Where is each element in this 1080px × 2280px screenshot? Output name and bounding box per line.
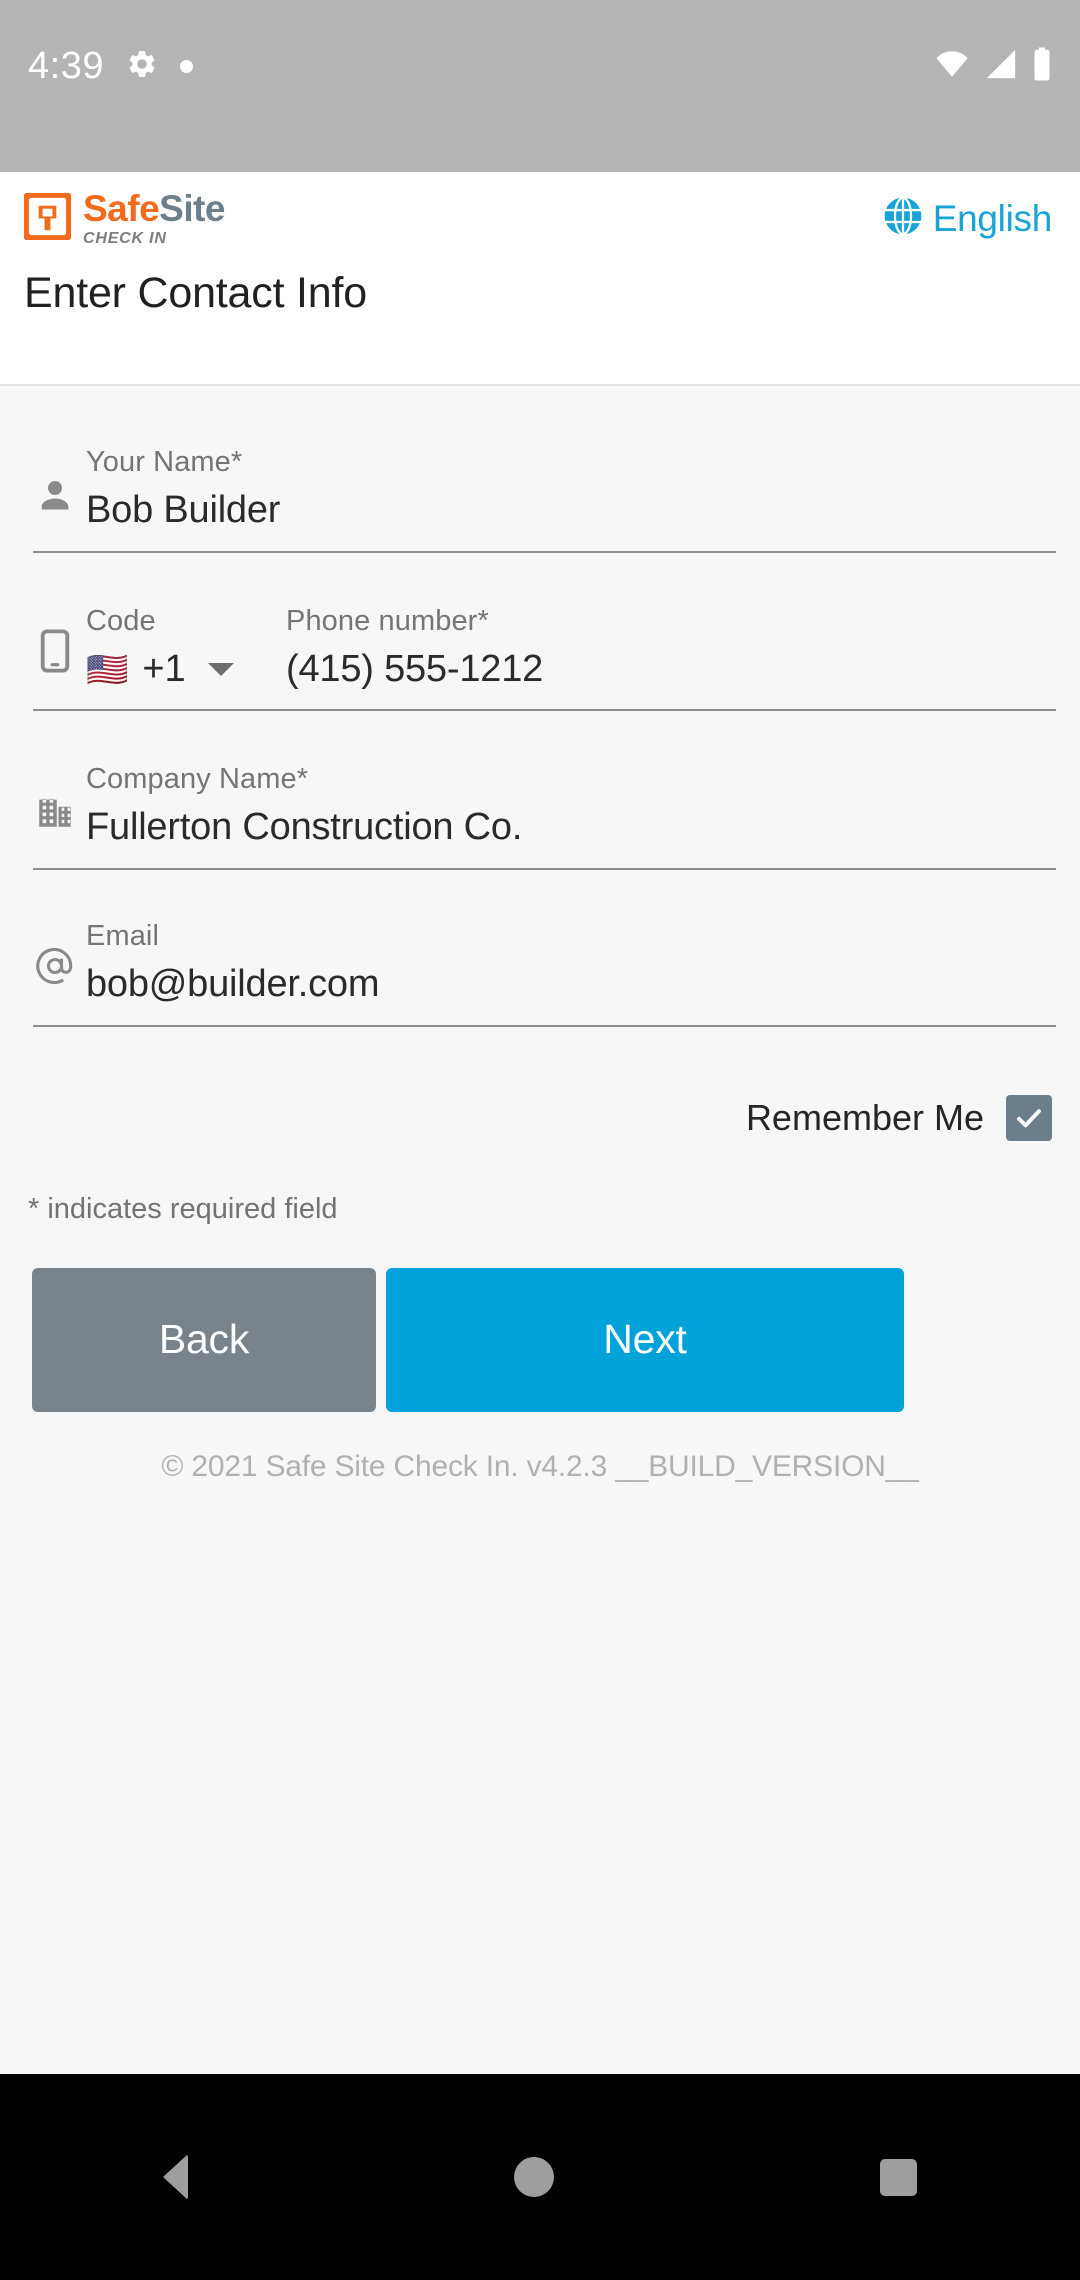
field-company-body: Company Name* Fullerton Construction Co. — [86, 763, 1056, 850]
app-logo: SafeSite CHECK IN — [22, 188, 226, 247]
next-button[interactable]: Next — [386, 1267, 904, 1412]
smartphone-icon — [24, 629, 86, 691]
field-email-underline — [33, 1024, 1056, 1027]
android-navigation-bar — [0, 2074, 1080, 2280]
notification-dot-icon — [179, 59, 193, 73]
cellular-signal-icon — [984, 47, 1018, 86]
person-icon — [24, 475, 86, 533]
country-code-value: +1 — [142, 648, 186, 691]
field-phone-underline — [33, 709, 1056, 712]
field-your-name-underline — [33, 550, 1056, 553]
form-action-buttons: Back Next — [0, 1267, 1080, 1412]
back-triangle-icon[interactable] — [163, 2154, 188, 2200]
field-email-label: Email — [86, 920, 160, 953]
app-header: SafeSite CHECK IN English Enter Contact — [0, 172, 1080, 384]
copyright-footer: © 2021 Safe Site Check In. v4.2.3 __BUIL… — [161, 1449, 919, 1483]
phone-row-inner: Code 🇺🇸 +1 Phone number* (415) 555-1212 — [86, 605, 1056, 692]
gear-icon — [126, 48, 158, 85]
field-your-name-input[interactable]: Bob Builder — [86, 489, 1056, 533]
field-email[interactable]: Email bob@builder.com — [0, 920, 1080, 1007]
field-phone-body: Code 🇺🇸 +1 Phone number* (415) 555-1212 — [86, 605, 1056, 692]
header-top-row: SafeSite CHECK IN English — [0, 172, 1080, 247]
field-email-input[interactable]: bob@builder.com — [86, 963, 1056, 1007]
field-company-label: Company Name* — [86, 763, 309, 796]
status-bar-right — [934, 46, 1052, 87]
logo-text: SafeSite CHECK IN — [83, 188, 226, 247]
field-email-body: Email bob@builder.com — [86, 920, 1056, 1007]
remember-me-checkbox[interactable] — [1006, 1094, 1052, 1141]
field-phone-input[interactable]: (415) 555-1212 — [286, 648, 1056, 692]
field-phone-number[interactable]: Phone number* (415) 555-1212 — [286, 605, 1056, 692]
logo-word-site: Site — [159, 188, 226, 229]
field-your-name-body: Your Name* Bob Builder — [86, 446, 1056, 533]
language-selector[interactable]: English — [882, 195, 1052, 242]
recents-square-icon[interactable] — [880, 2158, 917, 2196]
page-title: Enter Contact Info — [24, 269, 367, 317]
chevron-down-icon[interactable] — [207, 663, 234, 677]
logo-wordmark: SafeSite — [83, 188, 226, 229]
battery-icon — [1032, 46, 1052, 87]
at-sign-icon — [24, 943, 86, 1007]
contact-info-form: Your Name* Bob Builder Code 🇺🇸 +1 Phone … — [0, 384, 1080, 2074]
safesite-logo-icon — [22, 191, 73, 242]
status-bar: 4:39 — [0, 0, 1080, 172]
country-code-select[interactable]: Code 🇺🇸 +1 — [86, 605, 286, 691]
us-flag-icon: 🇺🇸 — [86, 650, 129, 689]
country-code-line: 🇺🇸 +1 — [86, 648, 286, 691]
check-icon — [1017, 1108, 1041, 1128]
status-bar-clock: 4:39 — [28, 45, 104, 87]
logo-tagline: CHECK IN — [83, 230, 167, 247]
country-code-label: Code — [86, 605, 156, 638]
required-field-note: * indicates required field — [28, 1192, 338, 1225]
field-phone-label: Phone number* — [286, 604, 489, 637]
language-label: English — [932, 197, 1053, 239]
globe-icon — [882, 195, 924, 242]
logo-word-safe: Safe — [83, 188, 160, 229]
home-circle-icon[interactable] — [514, 2157, 554, 2197]
field-company-input[interactable]: Fullerton Construction Co. — [86, 806, 1056, 850]
back-button[interactable]: Back — [32, 1267, 376, 1412]
field-company-underline — [33, 868, 1056, 871]
field-phone[interactable]: Code 🇺🇸 +1 Phone number* (415) 555-1212 — [0, 605, 1080, 692]
field-your-name[interactable]: Your Name* Bob Builder — [0, 446, 1080, 533]
building-icon — [24, 790, 86, 850]
remember-me-label: Remember Me — [745, 1096, 984, 1138]
field-company-name[interactable]: Company Name* Fullerton Construction Co. — [0, 763, 1080, 850]
wifi-icon — [934, 47, 970, 86]
remember-me-row[interactable]: Remember Me — [0, 1094, 1080, 1141]
field-your-name-label: Your Name* — [86, 446, 243, 478]
